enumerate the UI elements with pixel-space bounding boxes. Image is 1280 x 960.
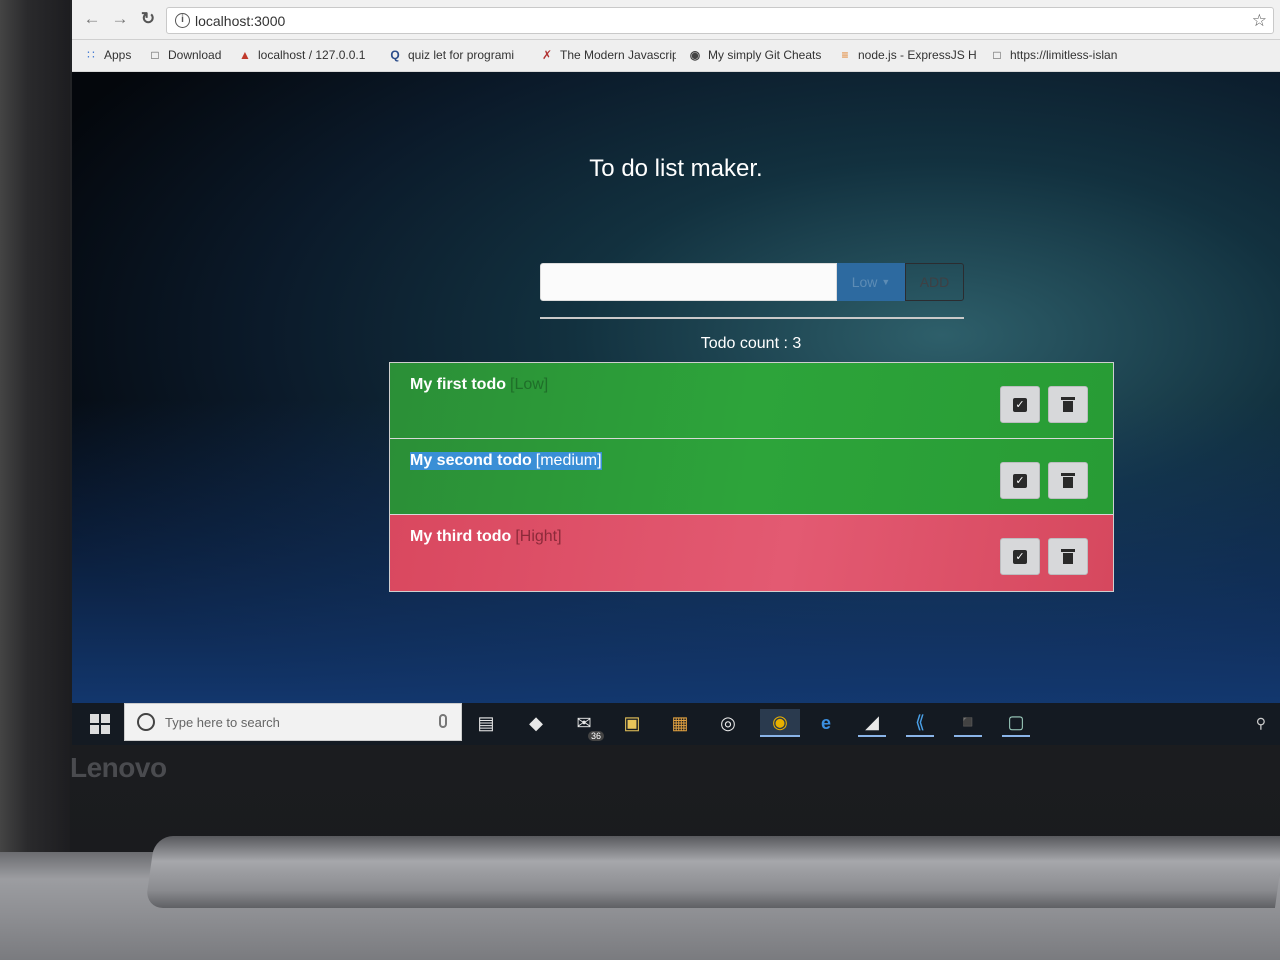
groove-icon[interactable]: ◎ <box>714 709 742 737</box>
apps-grid-icon: ∷ <box>87 48 95 62</box>
taskbar-search-input[interactable]: Type here to search <box>124 703 462 741</box>
check-icon: ✓ <box>1013 549 1027 564</box>
add-todo-form: Low ▼ ADD <box>540 263 964 301</box>
todo-count: Todo count : 3 <box>700 335 802 352</box>
stackoverflow-icon: ≡ <box>841 48 849 62</box>
page-icon: □ <box>151 48 159 62</box>
github-icon: ◉ <box>689 48 701 62</box>
microphone-icon[interactable] <box>439 714 447 728</box>
chrome-icon[interactable]: ◉ <box>760 709 800 737</box>
info-icon[interactable]: i <box>175 13 190 28</box>
file-explorer-icon[interactable]: ▣ <box>618 709 646 737</box>
todo-list: My first todo [Low] ✓ My second todo [medi… <box>389 362 1114 592</box>
priority-dropdown[interactable]: Low ▼ <box>837 263 905 301</box>
bookmarks-bar: ∷ Apps □ Download ▲ localhost / 127.0.0.1 Q… <box>72 40 1280 72</box>
delete-button[interactable] <box>1048 538 1088 575</box>
url-text[interactable]: localhost:3000 <box>195 13 285 29</box>
chevron-down-icon: ▼ <box>881 277 891 287</box>
todo-priority: [medium] <box>535 452 602 469</box>
people-icon[interactable]: ⚲ <box>1256 715 1266 732</box>
phpmyadmin-icon: ▲ <box>239 48 251 62</box>
form-divider <box>540 317 964 319</box>
store-icon[interactable]: ▦ <box>666 709 694 737</box>
bookmark-download[interactable]: □ Download <box>148 48 232 62</box>
git-icon[interactable]: ◆ <box>522 709 550 737</box>
complete-button[interactable]: ✓ <box>1000 538 1040 575</box>
todo-item-3: My third todo [Hight] ✓ <box>390 515 1113 591</box>
windows-taskbar: Type here to search ▤ ◆ ✉ 36 ▣ ▦ ◎ ◉ e ◢ … <box>72 703 1280 745</box>
todo-priority: [Hight] <box>515 528 562 545</box>
url-field[interactable]: i localhost:3000 ☆ <box>166 7 1274 34</box>
trash-icon <box>1061 549 1075 564</box>
laptop-screen: ← → ↻ i localhost:3000 ☆ ∷ Apps □ Download… <box>72 0 1280 745</box>
mail-badge: 36 <box>587 731 604 741</box>
laptop-bezel-edge <box>0 0 70 860</box>
check-icon: ✓ <box>1013 397 1027 412</box>
page-icon: □ <box>993 48 1001 62</box>
delete-button[interactable] <box>1048 462 1088 499</box>
quizlet-icon: Q <box>390 48 400 62</box>
app-window-icon[interactable]: ▢ <box>1002 709 1030 737</box>
todo-title: My second todo <box>410 452 532 469</box>
browser-address-bar: ← → ↻ i localhost:3000 ☆ <box>72 0 1280 40</box>
todo-title: My third todo <box>410 528 512 545</box>
complete-button[interactable]: ✓ <box>1000 462 1040 499</box>
vscode-icon[interactable]: ⟪ <box>906 709 934 737</box>
bookmark-apps[interactable]: ∷ Apps <box>84 48 144 62</box>
mail-icon[interactable]: ✉ 36 <box>570 709 604 741</box>
bookmark-localhost[interactable]: ▲ localhost / 127.0.0.1 <box>238 48 373 62</box>
trash-icon <box>1061 397 1075 412</box>
bookmark-quizlet[interactable]: Qquiz let for programi <box>388 48 526 62</box>
windows-start-icon[interactable] <box>90 714 110 734</box>
bookmark-git-cheats[interactable]: ◉ My simply Git Cheats <box>688 48 826 62</box>
forward-icon[interactable]: → <box>110 9 130 29</box>
add-button[interactable]: ADD <box>905 263 964 301</box>
trash-icon <box>1061 473 1075 488</box>
check-icon: ✓ <box>1013 473 1027 488</box>
cortana-icon <box>137 713 155 731</box>
laptop-hinge <box>144 836 1280 908</box>
brand-logo: Lenovo <box>70 752 167 783</box>
todo-item-2: My second todo [medium] ✓ <box>390 439 1113 515</box>
edge-icon[interactable]: e <box>812 709 840 737</box>
bookmark-modern-js[interactable]: ✗ The Modern Javascrip <box>540 48 676 62</box>
todo-input[interactable] <box>540 263 837 301</box>
todo-priority: [Low] <box>510 376 549 393</box>
sticky-notes-icon[interactable]: ◢ <box>858 709 886 737</box>
task-view-icon[interactable]: ▤ <box>472 709 500 737</box>
bookmark-star-icon[interactable]: ☆ <box>1252 11 1267 31</box>
xampp-icon[interactable]: ◾ <box>954 709 982 737</box>
bookmark-express[interactable]: ≡ node.js - ExpressJS H <box>838 48 976 62</box>
delete-button[interactable] <box>1048 386 1088 423</box>
priority-selected: Low <box>851 274 878 290</box>
page-title: To do list maker. <box>589 155 763 182</box>
javascript-icon: ✗ <box>541 48 553 62</box>
complete-button[interactable]: ✓ <box>1000 386 1040 423</box>
search-placeholder: Type here to search <box>165 715 280 730</box>
bookmark-limitless[interactable]: □ https://limitless-islan <box>990 48 1128 62</box>
back-icon[interactable]: ← <box>82 9 102 29</box>
todo-item-1: My first todo [Low] ✓ <box>390 363 1113 439</box>
todo-title: My first todo <box>410 376 506 393</box>
reload-icon[interactable]: ↻ <box>138 9 158 29</box>
